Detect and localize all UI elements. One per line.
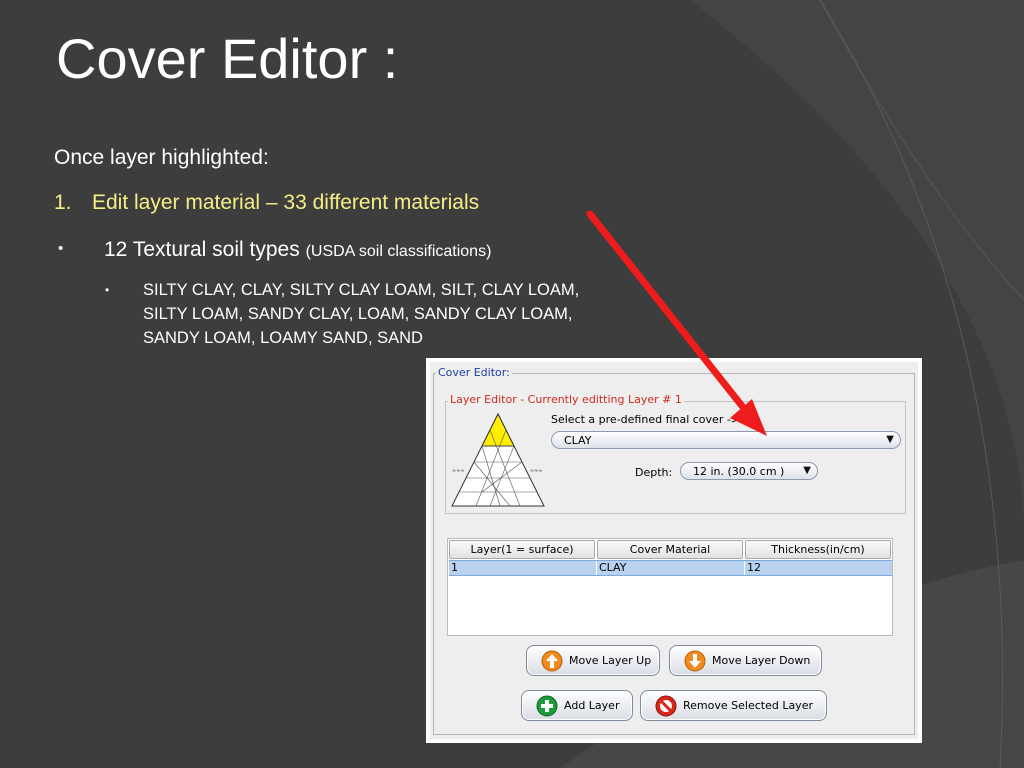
bullet-note: (USDA soil classifications) — [305, 243, 492, 260]
add-layer-label: Add Layer — [564, 699, 620, 712]
table-cell-material: CLAY — [597, 561, 745, 575]
layers-table: Layer(1 = surface) Cover Material Thickn… — [447, 538, 893, 636]
cover-editor-window: Cover Editor: Layer Editor - Currently e… — [426, 358, 922, 743]
soil-types-list: SILTY CLAY, CLAY, SILTY CLAY LOAM, SILT,… — [143, 281, 580, 347]
add-layer-button[interactable]: Add Layer — [521, 690, 633, 721]
soil-texture-triangle-icon: ≈≈≈ ≈≈≈ — [451, 412, 545, 507]
intro-text: Once layer highlighted: — [54, 146, 269, 169]
bullet-item: • 12 Textural soil types (USDA soil class… — [54, 238, 491, 262]
remove-selected-layer-button[interactable]: Remove Selected Layer — [640, 690, 827, 721]
move-layer-down-label: Move Layer Down — [712, 654, 811, 667]
chevron-down-icon: ▼ — [803, 465, 811, 476]
no-entry-icon — [655, 695, 677, 717]
select-cover-label: Select a pre-defined final cover -> — [551, 413, 741, 426]
numbered-item-text: Edit layer material – 33 different mater… — [92, 191, 480, 214]
chevron-down-icon: ▼ — [886, 434, 894, 445]
arrow-up-icon — [541, 650, 563, 672]
plus-icon — [536, 695, 558, 717]
sub-bullet-item: • SILTY CLAY, CLAY, SILTY CLAY LOAM, SIL… — [105, 278, 625, 350]
table-cell-thickness: 12 — [747, 561, 761, 574]
move-layer-down-button[interactable]: Move Layer Down — [669, 645, 822, 676]
svg-text:≈≈≈: ≈≈≈ — [452, 468, 465, 474]
column-header-layer[interactable]: Layer(1 = surface) — [449, 540, 595, 559]
depth-select[interactable]: 12 in. (30.0 cm ) ▼ — [680, 462, 818, 480]
numbered-item-number: 1. — [54, 191, 72, 214]
layer-editor-title: Layer Editor - Currently editting Layer … — [448, 393, 684, 406]
slide-title: Cover Editor : — [56, 27, 399, 90]
bullet-symbol: • — [58, 240, 64, 257]
table-cell-layer: 1 — [449, 561, 597, 575]
cover-editor-panel: Cover Editor: Layer Editor - Currently e… — [430, 362, 918, 739]
column-header-material[interactable]: Cover Material — [597, 540, 743, 559]
cover-editor-group-title: Cover Editor: — [436, 366, 512, 379]
cover-select-value: CLAY — [564, 434, 592, 447]
move-layer-up-label: Move Layer Up — [569, 654, 652, 667]
column-header-thickness[interactable]: Thickness(in/cm) — [745, 540, 891, 559]
move-layer-up-button[interactable]: Move Layer Up — [526, 645, 660, 676]
numbered-item: 1. Edit layer material – 33 different mat… — [54, 191, 479, 215]
sub-bullet-symbol: • — [105, 283, 110, 297]
depth-select-value: 12 in. (30.0 cm ) — [693, 465, 785, 478]
svg-text:≈≈≈: ≈≈≈ — [530, 468, 543, 474]
depth-label: Depth: — [635, 466, 673, 479]
table-row[interactable]: 1 CLAY 12 — [449, 560, 892, 576]
remove-selected-layer-label: Remove Selected Layer — [683, 699, 813, 712]
arrow-down-icon — [684, 650, 706, 672]
bullet-text: 12 Textural soil types — [104, 238, 306, 261]
cover-select[interactable]: CLAY ▼ — [551, 431, 901, 449]
